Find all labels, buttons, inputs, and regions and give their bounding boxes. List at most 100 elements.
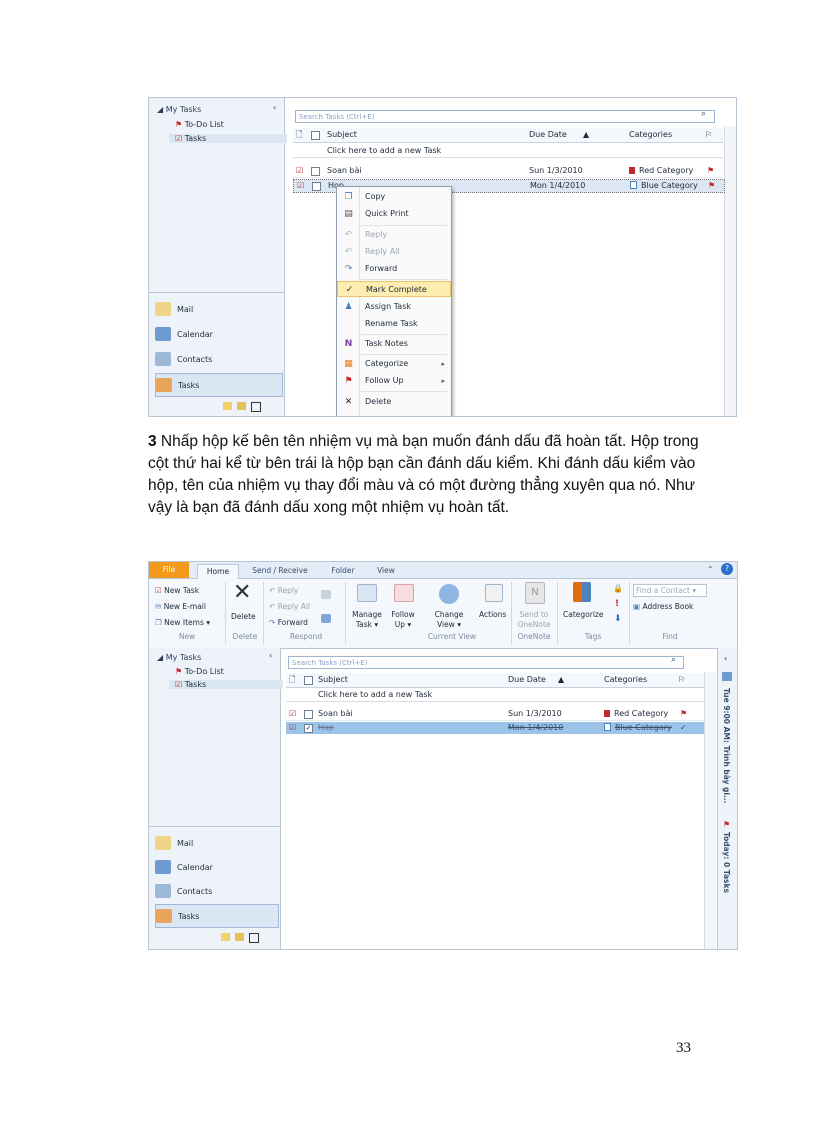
scrollbar[interactable] [704, 672, 716, 949]
group-label-current-view: Current View [427, 632, 477, 641]
new-task-button[interactable]: ☑ New Task [155, 586, 199, 595]
folder-icon[interactable] [237, 402, 246, 410]
menu-item-categorize[interactable]: ▦ Categorize ▸ [337, 356, 451, 372]
address-book-button[interactable]: ▣ Address Book [633, 602, 693, 611]
complete-column-checkbox[interactable] [304, 676, 313, 685]
collapse-arrow-icon[interactable]: ‹ [273, 103, 276, 112]
todo-appointment[interactable]: Tue 9:00 AM: Trình bày gi... [722, 688, 731, 804]
menu-item-reply[interactable]: ↶ Reply [337, 227, 451, 243]
column-categories[interactable]: Categories [629, 128, 672, 142]
column-due-date[interactable]: Due Date [529, 128, 567, 142]
task-complete-checkbox-checked[interactable]: ✓ [304, 724, 313, 733]
menu-item-assign-task[interactable]: ♟ Assign Task [337, 299, 451, 315]
flag-icon[interactable]: ⚑ [707, 165, 714, 177]
nav-button-tasks[interactable]: Tasks [155, 904, 279, 928]
task-row[interactable]: ☑ Soan bài Sun 1/3/2010 Red Category ⚑ [286, 708, 704, 721]
nav-button-mail[interactable]: Mail [155, 298, 193, 320]
task-row[interactable]: ☑ Soan bài Sun 1/3/2010 Red Category ⚑ [293, 165, 723, 178]
note-icon[interactable] [223, 402, 232, 410]
expand-todo-icon[interactable]: ‹ [724, 654, 727, 663]
more-respond-icon[interactable] [321, 590, 331, 599]
nav-button-tasks[interactable]: Tasks [155, 373, 283, 397]
nav-button-contacts[interactable]: Contacts [155, 348, 212, 370]
menu-item-copy[interactable]: ❐ Copy [337, 189, 451, 205]
manage-task-button[interactable]: Manage Task ▾ [350, 610, 384, 630]
tab-send-receive[interactable]: Send / Receive [245, 564, 315, 578]
menu-item-quick-print[interactable]: ▤ Quick Print [337, 206, 451, 222]
menu-item-reply-all[interactable]: ↶ Reply All [337, 244, 451, 260]
delete-button[interactable]: Delete [231, 612, 256, 621]
private-lock-icon[interactable]: 🔒 [613, 584, 623, 593]
calendar-icon[interactable] [722, 672, 732, 681]
nav-item-todo-list[interactable]: ⚑ To-Do List [175, 667, 224, 676]
delete-icon[interactable]: ✕ [233, 580, 251, 605]
menu-item-mark-complete[interactable]: ✓ Mark Complete [337, 281, 451, 297]
nav-button-calendar[interactable]: Calendar [155, 856, 213, 878]
tab-view[interactable]: View [371, 564, 401, 578]
nav-button-calendar[interactable]: Calendar [155, 323, 213, 345]
change-view-icon[interactable] [439, 584, 459, 604]
manage-task-icon[interactable] [357, 584, 377, 602]
low-importance-icon[interactable]: ⬇ [614, 614, 622, 624]
reply-button[interactable]: ↶ Reply [269, 586, 298, 595]
categorize-button[interactable]: Categorize [563, 610, 603, 619]
tab-file[interactable]: File [149, 562, 189, 578]
onenote-icon[interactable]: N [525, 582, 545, 604]
minimize-ribbon-icon[interactable]: ⌃ [707, 565, 714, 574]
scrollbar[interactable] [724, 126, 736, 416]
respond-dropdown-icon[interactable] [321, 614, 331, 623]
task-complete-checkbox[interactable] [312, 182, 321, 191]
my-tasks-header[interactable]: ◢ My Tasks [157, 653, 201, 662]
task-row-completed[interactable]: ☑ ✓ Hop Mon 1/4/2010 Blue Category ✓ [286, 722, 704, 734]
categorize-icon[interactable] [573, 582, 591, 602]
complete-column-checkbox[interactable] [311, 131, 320, 140]
high-importance-icon[interactable]: ! [615, 599, 619, 609]
actions-button[interactable]: Actions [479, 610, 506, 619]
help-icon[interactable]: ? [721, 563, 733, 575]
new-items-button[interactable]: ❐ New Items ▾ [155, 618, 210, 627]
follow-up-button[interactable]: Follow Up ▾ [387, 610, 419, 630]
menu-item-delete[interactable]: ✕ Delete [337, 394, 451, 410]
follow-up-icon[interactable] [394, 584, 414, 602]
column-subject[interactable]: Subject [318, 673, 348, 687]
nav-button-mail[interactable]: Mail [155, 832, 193, 854]
menu-item-task-notes[interactable]: N Task Notes [337, 336, 451, 352]
tab-home[interactable]: Home [197, 564, 239, 579]
new-email-button[interactable]: ✉ New E-mail [155, 602, 206, 611]
new-task-row[interactable]: Click here to add a new Task [286, 689, 704, 702]
flag-icon[interactable]: ⚑ [708, 180, 715, 192]
flag-icon[interactable]: ⚑ [680, 708, 687, 720]
note-icon[interactable] [221, 933, 230, 941]
nav-item-tasks[interactable]: ☑ Tasks [169, 680, 283, 689]
search-tasks-input[interactable]: Search Tasks (Ctrl+E) [295, 110, 715, 123]
step-text: Nhấp hộp kế bên tên nhiệm vụ mà bạn muốn… [148, 433, 699, 516]
tab-folder[interactable]: Folder [321, 564, 365, 578]
new-task-row[interactable]: Click here to add a new Task [293, 145, 723, 158]
folder-icon[interactable] [235, 933, 244, 941]
collapse-arrow-icon[interactable]: ‹ [269, 651, 272, 660]
nav-item-todo-list[interactable]: ⚑ To-Do List [175, 120, 224, 129]
reply-all-button[interactable]: ↶ Reply All [269, 602, 310, 611]
change-view-button[interactable]: Change View ▾ [429, 610, 469, 630]
task-complete-checkbox[interactable] [304, 710, 313, 719]
actions-icon[interactable] [485, 584, 503, 602]
nav-item-tasks[interactable]: ☑ Tasks [169, 134, 287, 143]
todo-today-tasks[interactable]: Today: 0 Tasks [722, 832, 731, 893]
column-categories[interactable]: Categories [604, 673, 647, 687]
nav-button-contacts[interactable]: Contacts [155, 880, 212, 902]
search-icon[interactable]: ⌕ [671, 655, 676, 665]
search-tasks-input[interactable]: Search Tasks (Ctrl+E) [288, 656, 684, 669]
forward-button[interactable]: ↷ Forward [269, 618, 308, 627]
search-icon[interactable]: ⌕ [701, 109, 706, 119]
shortcut-icon[interactable] [249, 933, 259, 943]
my-tasks-header[interactable]: ◢ My Tasks [157, 105, 201, 114]
column-subject[interactable]: Subject [327, 128, 357, 142]
column-due-date[interactable]: Due Date [508, 673, 546, 687]
find-contact-input[interactable]: Find a Contact ▾ [633, 584, 707, 597]
send-to-onenote-button[interactable]: Send to OneNote [515, 610, 553, 630]
shortcut-icon[interactable] [251, 402, 261, 412]
menu-item-rename-task[interactable]: Rename Task [337, 316, 451, 332]
menu-item-follow-up[interactable]: ⚑ Follow Up ▸ [337, 373, 451, 389]
task-complete-checkbox[interactable] [311, 167, 320, 176]
menu-item-forward[interactable]: ↷ Forward [337, 261, 451, 277]
